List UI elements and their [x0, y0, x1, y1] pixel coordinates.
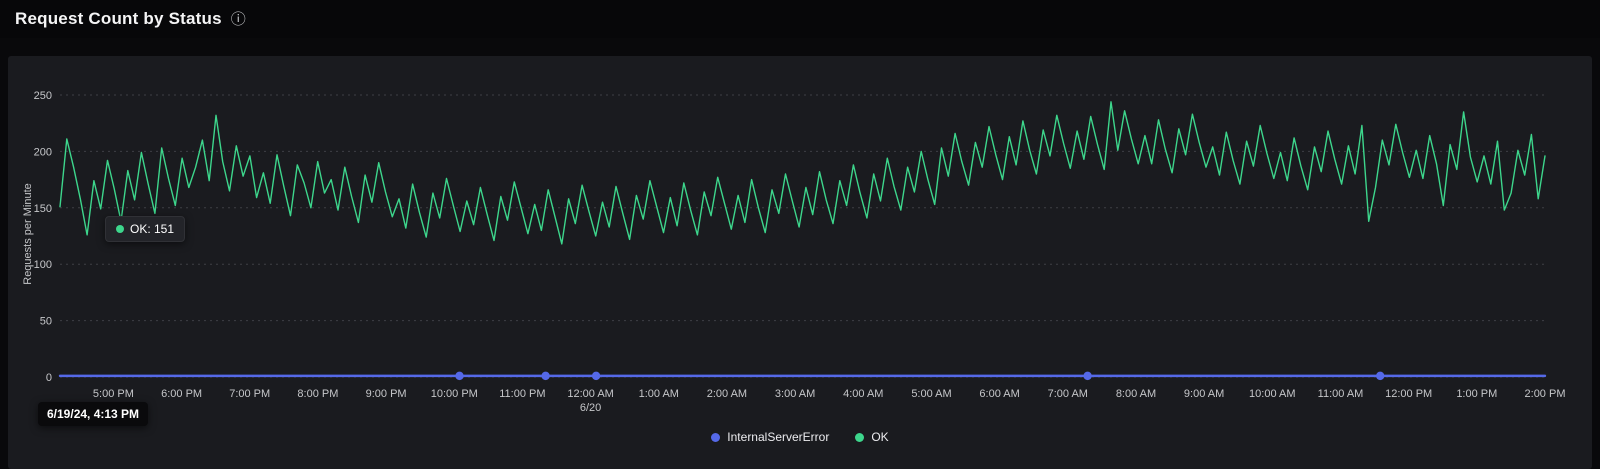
svg-text:8:00 AM: 8:00 AM	[1116, 388, 1156, 400]
svg-text:2:00 AM: 2:00 AM	[707, 388, 747, 400]
svg-text:100: 100	[34, 259, 52, 271]
legend-dot-ok-icon	[855, 432, 865, 442]
svg-text:11:00 PM: 11:00 PM	[499, 388, 545, 400]
svg-text:5:00 PM: 5:00 PM	[93, 388, 134, 400]
time-tooltip: 6/19/24, 4:13 PM	[38, 402, 149, 426]
legend-item-internalservererror[interactable]: InternalServerError	[711, 430, 829, 444]
svg-text:8:00 PM: 8:00 PM	[297, 388, 338, 400]
svg-text:2:00 PM: 2:00 PM	[1525, 388, 1566, 400]
svg-text:6/20: 6/20	[580, 402, 601, 414]
ok-series-dot-icon	[116, 225, 124, 233]
svg-text:4:00 AM: 4:00 AM	[843, 388, 883, 400]
info-icon[interactable]: ⓘ	[231, 12, 246, 27]
dashboard-page: Request Count by Status ⓘ Requests per M…	[0, 0, 1600, 469]
svg-text:7:00 AM: 7:00 AM	[1048, 388, 1088, 400]
svg-text:7:00 PM: 7:00 PM	[229, 388, 270, 400]
svg-text:200: 200	[34, 146, 52, 158]
svg-text:5:00 AM: 5:00 AM	[911, 388, 951, 400]
series-tooltip-label: OK: 151	[130, 222, 175, 236]
legend-dot-internalservererror-icon	[711, 432, 721, 442]
svg-text:3:00 AM: 3:00 AM	[775, 388, 815, 400]
legend: InternalServerError OK	[8, 430, 1592, 444]
svg-text:12:00 PM: 12:00 PM	[1385, 388, 1432, 400]
svg-text:9:00 PM: 9:00 PM	[366, 388, 407, 400]
series-tooltip: OK: 151	[105, 216, 186, 242]
svg-text:6:00 PM: 6:00 PM	[161, 388, 202, 400]
svg-text:6:00 AM: 6:00 AM	[979, 388, 1019, 400]
line-chart[interactable]: 0 50 100 150 200 250 5:00 PM 6:00 PM 7:00 PM 8:00…	[8, 56, 1592, 418]
legend-label-internalservererror: InternalServerError	[727, 430, 830, 444]
svg-text:12:00 AM: 12:00 AM	[567, 388, 613, 400]
svg-text:10:00 PM: 10:00 PM	[431, 388, 478, 400]
svg-text:10:00 AM: 10:00 AM	[1249, 388, 1295, 400]
svg-text:1:00 PM: 1:00 PM	[1456, 388, 1497, 400]
svg-text:0: 0	[46, 372, 52, 384]
chart-header: Request Count by Status ⓘ	[0, 0, 1600, 38]
legend-label-ok: OK	[871, 430, 889, 444]
chart-panel: Requests per Minute 0 50 100 150 200 250 5:00 …	[8, 56, 1592, 469]
svg-text:1:00 AM: 1:00 AM	[639, 388, 679, 400]
svg-text:50: 50	[40, 316, 52, 328]
svg-text:250: 250	[34, 90, 52, 102]
svg-text:150: 150	[34, 203, 52, 215]
legend-item-ok[interactable]: OK	[855, 430, 889, 444]
y-axis-title: Requests per Minute	[22, 183, 34, 285]
page-title: Request Count by Status	[15, 9, 222, 28]
svg-text:9:00 AM: 9:00 AM	[1184, 388, 1224, 400]
svg-text:11:00 AM: 11:00 AM	[1318, 388, 1364, 400]
